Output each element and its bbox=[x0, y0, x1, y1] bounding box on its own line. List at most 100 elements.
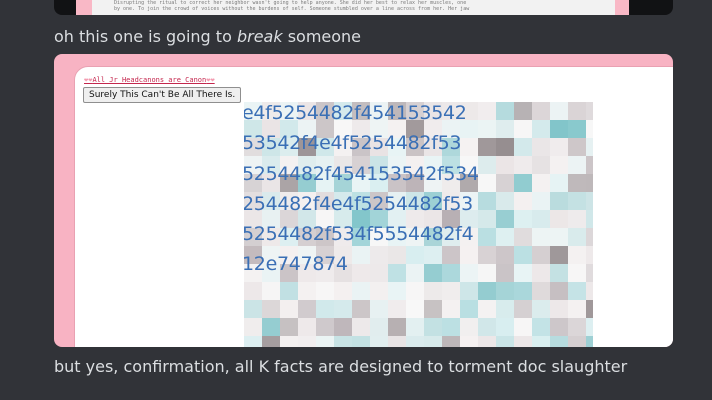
glitch-pixel bbox=[496, 336, 514, 347]
glitch-pixel bbox=[496, 102, 514, 120]
glitch-pixel bbox=[262, 282, 280, 300]
glitch-hex-line: 53542f4e4f5254482f53 bbox=[244, 132, 462, 154]
glitch-pixel bbox=[388, 318, 406, 336]
previous-embed-preview[interactable]: Disrupting the ritual to correct her nei… bbox=[54, 0, 673, 15]
glitch-pixel bbox=[532, 138, 550, 156]
glitch-pixel bbox=[442, 318, 460, 336]
snippet-line: by one. To join the crowd of voices with… bbox=[114, 6, 470, 12]
message-text-end: someone bbox=[282, 27, 362, 46]
glitch-pixel bbox=[244, 336, 262, 347]
glitch-pixel bbox=[460, 246, 478, 264]
glitch-pixel bbox=[496, 120, 514, 138]
glitch-pixel bbox=[406, 300, 424, 318]
glitch-pixel bbox=[586, 246, 593, 264]
hearts-icon: ❤❤ bbox=[206, 76, 215, 84]
glitch-hex-line: e4f5254482f454153542 bbox=[244, 102, 467, 124]
glitch-pixel bbox=[532, 192, 550, 210]
glitch-pixel bbox=[514, 246, 532, 264]
glitch-pixel bbox=[244, 282, 262, 300]
glitch-pixel bbox=[550, 102, 568, 120]
glitch-pixel bbox=[514, 228, 532, 246]
glitch-pixel bbox=[514, 300, 532, 318]
glitch-pixel bbox=[370, 282, 388, 300]
glitch-pixel bbox=[550, 120, 568, 138]
website-embed-screenshot[interactable]: ❤❤All Jr Headcanons are Canon❤❤ Surely T… bbox=[54, 54, 673, 347]
glitch-pixel bbox=[442, 336, 460, 347]
glitch-pixel bbox=[568, 318, 586, 336]
glitch-pixel bbox=[568, 210, 586, 228]
glitch-pixel bbox=[550, 282, 568, 300]
glitch-pixel bbox=[316, 318, 334, 336]
glitch-pixel bbox=[586, 138, 593, 156]
glitch-pixel bbox=[298, 318, 316, 336]
glitch-pixel bbox=[550, 336, 568, 347]
glitch-pixel bbox=[514, 102, 532, 120]
glitch-pixel bbox=[334, 282, 352, 300]
glitch-pixel bbox=[586, 156, 593, 174]
glitch-pixel bbox=[478, 192, 496, 210]
glitch-hex-line: 254482f4e4f5254482f53 bbox=[244, 193, 473, 215]
glitch-pixel bbox=[586, 228, 593, 246]
glitch-pixel bbox=[334, 336, 352, 347]
glitch-pixel bbox=[586, 336, 593, 347]
glitch-pixel bbox=[478, 300, 496, 318]
glitch-pixel bbox=[586, 318, 593, 336]
glitch-pixel bbox=[568, 264, 586, 282]
glitch-hex-line: 12e747874 bbox=[244, 253, 348, 275]
glitch-pixel bbox=[496, 210, 514, 228]
glitch-pixel bbox=[550, 210, 568, 228]
glitch-pixel bbox=[532, 264, 550, 282]
glitch-pixel bbox=[460, 318, 478, 336]
glitch-pixel bbox=[514, 210, 532, 228]
glitch-pixel bbox=[496, 174, 514, 192]
glitch-pixel bbox=[586, 192, 593, 210]
glitch-pixel bbox=[496, 228, 514, 246]
glitch-pixel bbox=[424, 282, 442, 300]
embed-border-left bbox=[76, 0, 92, 15]
glitch-pixel bbox=[280, 318, 298, 336]
glitch-image: e4f5254482f454153542 53542f4e4f5254482f5… bbox=[244, 102, 593, 347]
glitch-pixel bbox=[460, 282, 478, 300]
glitch-pixel bbox=[352, 336, 370, 347]
glitch-pixel bbox=[586, 210, 593, 228]
glitch-pixel bbox=[550, 300, 568, 318]
glitch-pixel bbox=[532, 282, 550, 300]
glitch-pixel bbox=[370, 246, 388, 264]
glitch-pixel bbox=[478, 246, 496, 264]
site-title-link[interactable]: ❤❤All Jr Headcanons are Canon❤❤ bbox=[84, 76, 215, 84]
glitch-pixel bbox=[514, 138, 532, 156]
glitch-pixel bbox=[262, 318, 280, 336]
glitch-pixel bbox=[568, 300, 586, 318]
glitch-pixel bbox=[514, 318, 532, 336]
glitch-hex-line: 5254482f534f5554482f4 bbox=[244, 223, 474, 245]
glitch-pixel bbox=[280, 282, 298, 300]
glitch-pixel bbox=[532, 336, 550, 347]
glitch-pixel bbox=[496, 300, 514, 318]
glitch-pixel bbox=[280, 300, 298, 318]
surely-button[interactable]: Surely This Can't Be All There Is. bbox=[83, 87, 242, 103]
glitch-pixel bbox=[568, 102, 586, 120]
glitch-pixel bbox=[532, 210, 550, 228]
glitch-pixel bbox=[424, 336, 442, 347]
glitch-pixel bbox=[316, 336, 334, 347]
glitch-pixel bbox=[550, 228, 568, 246]
glitch-pixel bbox=[424, 300, 442, 318]
glitch-pixel bbox=[388, 264, 406, 282]
glitch-pixel bbox=[532, 228, 550, 246]
glitch-pixel bbox=[298, 282, 316, 300]
glitch-pixel bbox=[496, 156, 514, 174]
glitch-pixel bbox=[568, 246, 586, 264]
glitch-pixel bbox=[478, 282, 496, 300]
glitch-pixel bbox=[478, 264, 496, 282]
glitch-pixel bbox=[388, 282, 406, 300]
glitch-pixel bbox=[442, 282, 460, 300]
glitch-pixel bbox=[316, 282, 334, 300]
chat-message: but yes, confirmation, all K facts are d… bbox=[54, 357, 628, 376]
glitch-pixel bbox=[586, 102, 593, 120]
embed-border-right bbox=[615, 0, 629, 15]
glitch-pixel bbox=[262, 300, 280, 318]
glitch-pixel bbox=[352, 264, 370, 282]
glitch-pixel bbox=[334, 300, 352, 318]
glitch-pixel bbox=[370, 264, 388, 282]
glitch-pixel bbox=[550, 192, 568, 210]
